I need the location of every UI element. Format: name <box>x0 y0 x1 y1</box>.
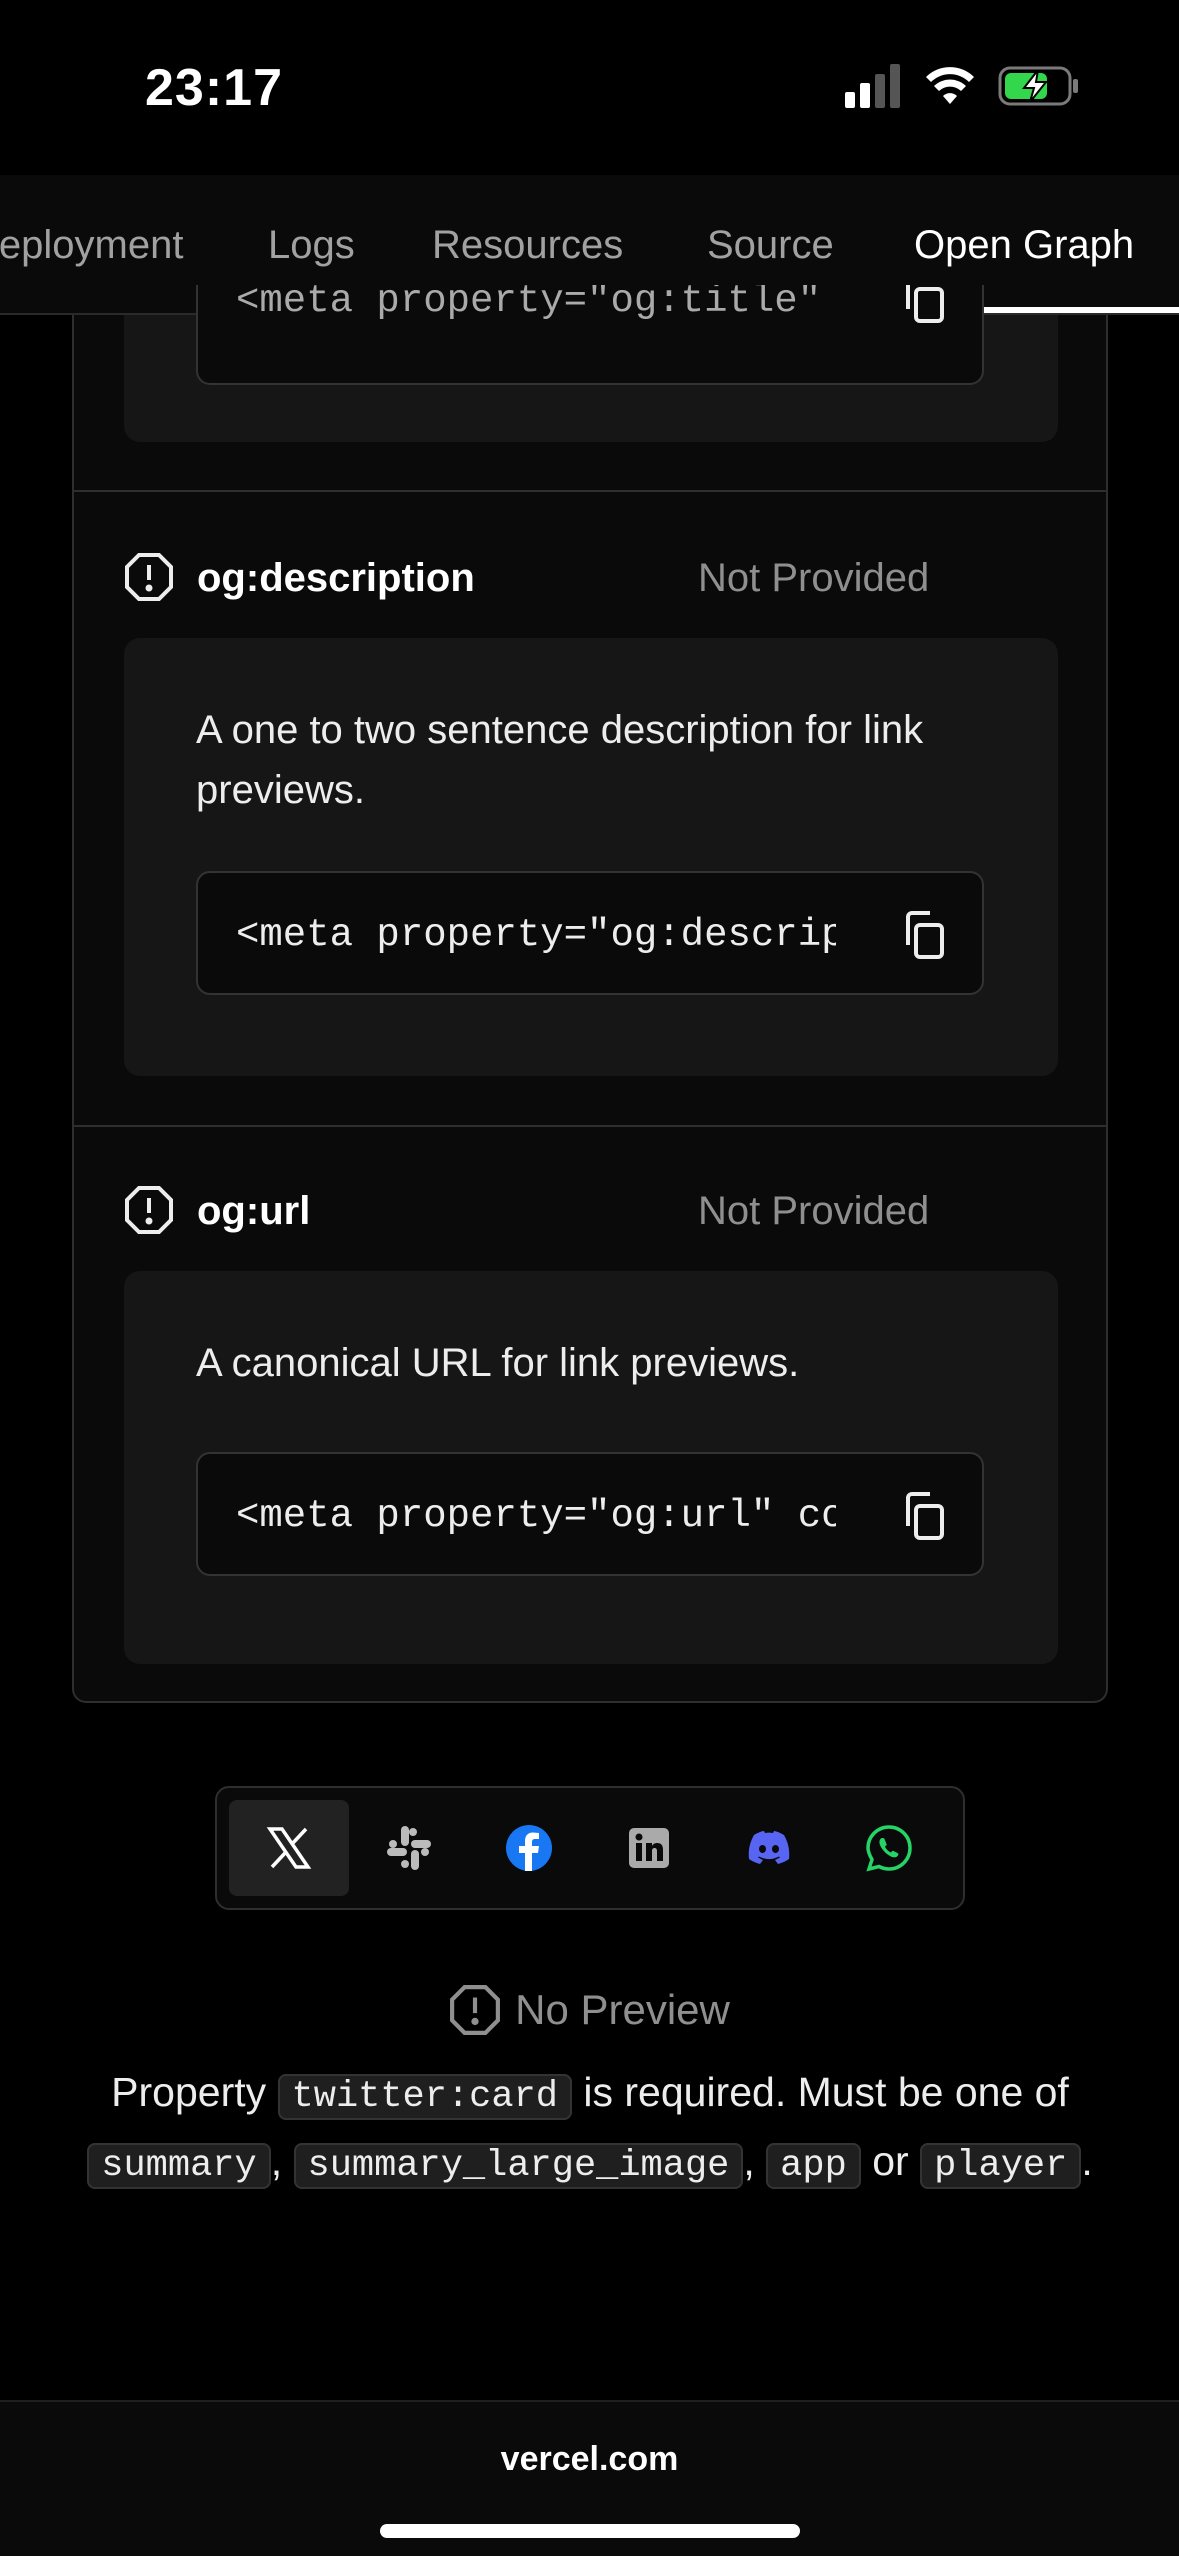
code-chip-twitter-card: twitter:card <box>277 2074 572 2120</box>
status-bar: 23:17 <box>0 0 1179 175</box>
url-text[interactable]: vercel.com <box>0 2440 1179 2479</box>
og-url-name: og:url <box>197 1189 311 1233</box>
og-url-card: A canonical URL for link previews. <meta… <box>124 1271 1058 1664</box>
note-mid: is required. Must be one of <box>583 2069 1069 2115</box>
copy-icon[interactable] <box>900 1490 948 1542</box>
warning-icon <box>125 1186 173 1234</box>
x-button[interactable] <box>229 1800 349 1896</box>
share-platform-selector <box>215 1786 965 1910</box>
tab-source[interactable]: Source <box>707 223 834 268</box>
og-title-code-box: <meta property="og:title" <box>196 285 984 385</box>
tab-open-graph[interactable]: Open Graph <box>914 223 1134 268</box>
og-description-status: Not Provided <box>698 556 930 600</box>
discord-button[interactable] <box>709 1800 829 1896</box>
divider <box>74 490 1106 492</box>
code-chip-app: app <box>766 2143 861 2189</box>
note-prefix: Property <box>111 2069 267 2115</box>
og-description-row: og:description Not Provided <box>124 548 1058 608</box>
og-description-code-box: <meta property="og:descrip <box>196 871 984 995</box>
no-preview-text: No Preview <box>515 1986 730 2033</box>
og-description-name: og:description <box>197 556 475 600</box>
discord-icon <box>748 1831 790 1864</box>
battery-charging-icon <box>998 66 1078 106</box>
whatsapp-button[interactable] <box>829 1800 949 1896</box>
og-url-status: Not Provided <box>698 1189 930 1233</box>
x-icon <box>266 1827 312 1869</box>
facebook-button[interactable] <box>469 1800 589 1896</box>
tab-resources[interactable]: Resources <box>432 223 623 268</box>
og-description-text: A one to two sentence description for li… <box>196 708 924 812</box>
cellular-signal-icon <box>845 64 900 108</box>
open-graph-panel: <meta property="og:title" og:description… <box>72 285 1108 1703</box>
slack-icon <box>387 1826 431 1870</box>
divider <box>74 1125 1106 1127</box>
slack-button[interactable] <box>349 1800 469 1896</box>
tab-deployment[interactable]: Deployment <box>0 223 183 268</box>
og-url-row: og:url Not Provided <box>124 1181 1058 1241</box>
og-url-code: <meta property="og:url" co <box>236 1494 836 1538</box>
linkedin-button[interactable] <box>589 1800 709 1896</box>
facebook-icon <box>506 1825 552 1871</box>
code-chip-player: player <box>920 2143 1082 2189</box>
linkedin-icon <box>629 1828 669 1868</box>
wifi-icon <box>926 67 974 104</box>
home-indicator[interactable] <box>380 2524 800 2538</box>
og-title-card: <meta property="og:title" <box>124 285 1058 442</box>
og-url-text: A canonical URL for link previews. <box>196 1341 800 1385</box>
whatsapp-icon <box>866 1825 912 1872</box>
og-description-code: <meta property="og:descrip <box>236 913 836 957</box>
twitter-card-requirement-note: Property twitter:card is required. Must … <box>60 2060 1120 2198</box>
tab-logs[interactable]: Logs <box>268 223 355 268</box>
copy-icon[interactable] <box>900 909 948 961</box>
status-time: 23:17 <box>145 59 283 117</box>
copy-icon[interactable] <box>900 285 948 325</box>
warning-icon <box>450 1985 501 2035</box>
og-description-card: A one to two sentence description for li… <box>124 638 1058 1076</box>
note-or: or <box>872 2138 909 2184</box>
og-title-code: <meta property="og:title" <box>236 285 822 323</box>
code-chip-summary-large-image: summary_large_image <box>293 2143 744 2189</box>
warning-icon <box>125 553 173 601</box>
code-chip-summary: summary <box>87 2143 271 2189</box>
og-url-code-box: <meta property="og:url" co <box>196 1452 984 1576</box>
browser-address-bar[interactable]: vercel.com <box>0 2400 1179 2556</box>
no-preview-label: No Preview <box>0 1980 1179 2040</box>
